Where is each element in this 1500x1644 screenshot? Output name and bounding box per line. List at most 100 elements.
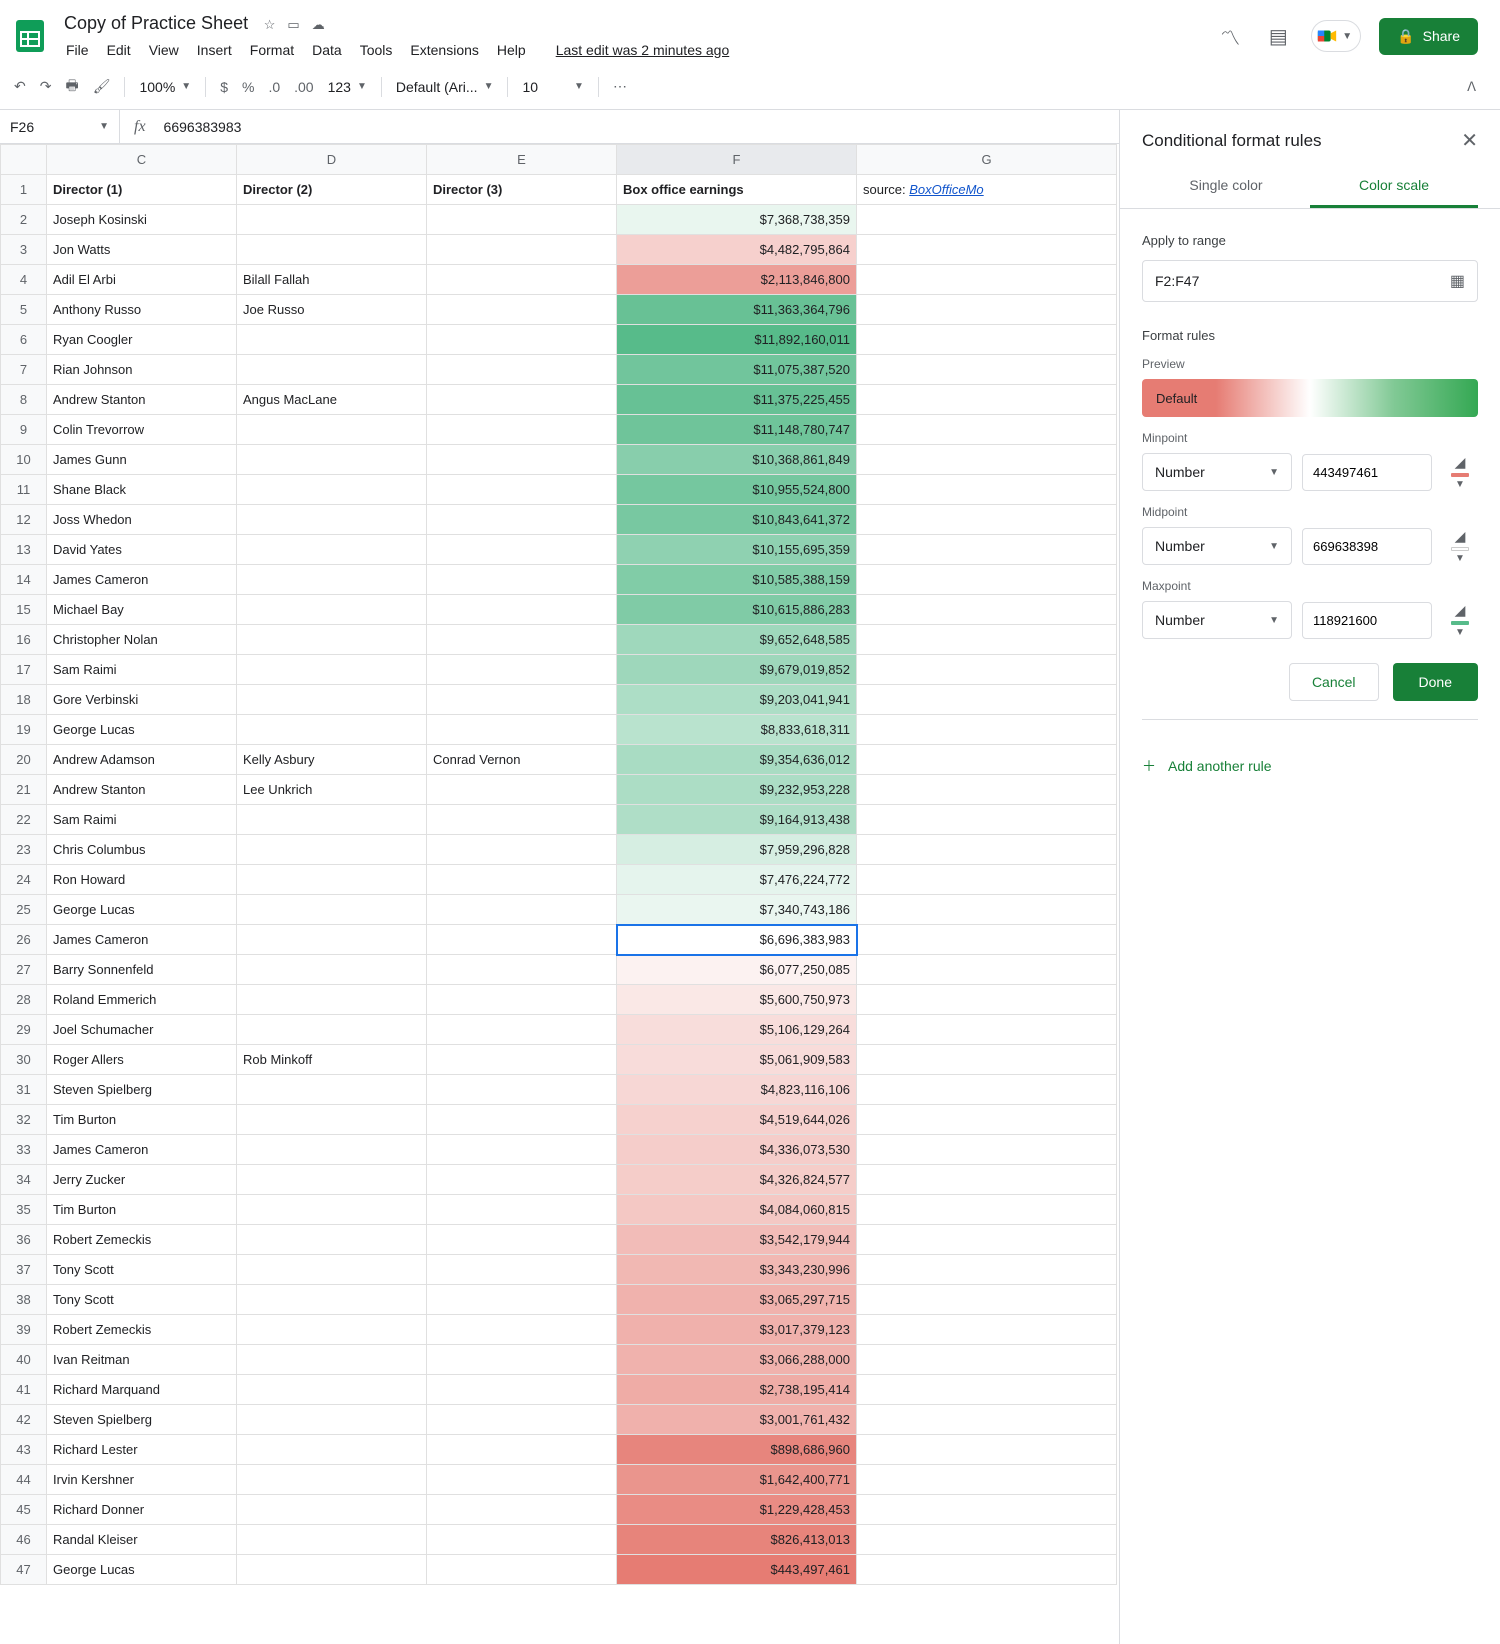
earnings-cell[interactable]: $3,017,379,123 <box>617 1315 857 1345</box>
cell[interactable] <box>237 235 427 265</box>
cell[interactable] <box>857 835 1117 865</box>
close-icon[interactable]: ✕ <box>1461 128 1478 153</box>
cell[interactable]: Joseph Kosinski <box>47 205 237 235</box>
column-header-C[interactable]: C <box>47 145 237 175</box>
cell[interactable] <box>427 265 617 295</box>
cell[interactable] <box>857 715 1117 745</box>
cell[interactable] <box>427 595 617 625</box>
cell[interactable] <box>857 1405 1117 1435</box>
cell[interactable]: Barry Sonnenfeld <box>47 955 237 985</box>
sheets-logo[interactable] <box>10 16 50 56</box>
cell[interactable] <box>857 415 1117 445</box>
cell[interactable] <box>857 355 1117 385</box>
row-header[interactable]: 42 <box>1 1405 47 1435</box>
cell[interactable]: Bilall Fallah <box>237 265 427 295</box>
earnings-cell[interactable]: $10,955,524,800 <box>617 475 857 505</box>
cell[interactable]: Conrad Vernon <box>427 745 617 775</box>
cell[interactable] <box>237 1195 427 1225</box>
cell[interactable] <box>237 565 427 595</box>
cell[interactable] <box>857 895 1117 925</box>
cell[interactable] <box>427 1045 617 1075</box>
row-header[interactable]: 41 <box>1 1375 47 1405</box>
cell[interactable] <box>857 595 1117 625</box>
cell[interactable] <box>237 835 427 865</box>
cell[interactable]: Andrew Stanton <box>47 385 237 415</box>
redo-button[interactable]: ↷ <box>40 78 52 95</box>
row-header[interactable]: 26 <box>1 925 47 955</box>
collapse-toolbar-icon[interactable]: ᐱ <box>1467 79 1476 95</box>
cell[interactable] <box>857 1195 1117 1225</box>
meet-button[interactable]: ▼ <box>1311 20 1361 52</box>
earnings-cell[interactable]: $826,413,013 <box>617 1525 857 1555</box>
cell[interactable] <box>857 1015 1117 1045</box>
earnings-cell[interactable]: $4,326,824,577 <box>617 1165 857 1195</box>
earnings-cell[interactable]: $4,823,116,106 <box>617 1075 857 1105</box>
row-header[interactable]: 11 <box>1 475 47 505</box>
cell[interactable]: Joss Whedon <box>47 505 237 535</box>
row-header[interactable]: 18 <box>1 685 47 715</box>
header-cell[interactable]: Director (1) <box>47 175 237 205</box>
grid[interactable]: CDEFG1Director (1)Director (2)Director (… <box>0 144 1119 1644</box>
cell[interactable] <box>237 805 427 835</box>
cell[interactable] <box>237 505 427 535</box>
cell[interactable]: Tony Scott <box>47 1285 237 1315</box>
cell[interactable] <box>237 1255 427 1285</box>
name-box[interactable]: F26▼ <box>0 110 120 143</box>
cell[interactable] <box>857 205 1117 235</box>
earnings-cell[interactable]: $1,642,400,771 <box>617 1465 857 1495</box>
cell[interactable] <box>237 1555 427 1585</box>
cell[interactable] <box>237 715 427 745</box>
cell[interactable]: Jon Watts <box>47 235 237 265</box>
earnings-cell[interactable]: $11,892,160,011 <box>617 325 857 355</box>
cell[interactable] <box>237 415 427 445</box>
more-toolbar-icon[interactable]: ⋯ <box>613 78 627 95</box>
cell[interactable] <box>237 1105 427 1135</box>
cell[interactable] <box>427 1075 617 1105</box>
cell[interactable] <box>237 1315 427 1345</box>
maxpoint-color-button[interactable]: ◢▼ <box>1442 602 1478 638</box>
earnings-cell[interactable]: $1,229,428,453 <box>617 1495 857 1525</box>
cell[interactable]: James Cameron <box>47 565 237 595</box>
cell[interactable] <box>857 1315 1117 1345</box>
cell[interactable] <box>857 745 1117 775</box>
add-rule-button[interactable]: ＋ Add another rule <box>1120 738 1500 794</box>
cell[interactable] <box>427 1435 617 1465</box>
earnings-cell[interactable]: $5,061,909,583 <box>617 1045 857 1075</box>
row-header[interactable]: 20 <box>1 745 47 775</box>
earnings-cell[interactable]: $9,652,648,585 <box>617 625 857 655</box>
cell[interactable] <box>857 865 1117 895</box>
row-header[interactable]: 34 <box>1 1165 47 1195</box>
row-header[interactable]: 32 <box>1 1105 47 1135</box>
row-header[interactable]: 10 <box>1 445 47 475</box>
cell[interactable] <box>857 445 1117 475</box>
cell[interactable] <box>237 1015 427 1045</box>
move-icon[interactable]: ▭ <box>287 17 299 33</box>
cell[interactable]: Steven Spielberg <box>47 1075 237 1105</box>
cell[interactable] <box>857 1105 1117 1135</box>
cell[interactable] <box>237 1495 427 1525</box>
midpoint-color-button[interactable]: ◢▼ <box>1442 528 1478 564</box>
row-header[interactable]: 5 <box>1 295 47 325</box>
minpoint-value-input[interactable] <box>1302 454 1432 491</box>
cell[interactable]: Tim Burton <box>47 1105 237 1135</box>
earnings-cell[interactable]: $11,363,364,796 <box>617 295 857 325</box>
cell[interactable] <box>427 1195 617 1225</box>
earnings-cell[interactable]: $11,148,780,747 <box>617 415 857 445</box>
row-header[interactable]: 9 <box>1 415 47 445</box>
cell[interactable] <box>427 625 617 655</box>
maxpoint-value-input[interactable] <box>1302 602 1432 639</box>
earnings-cell[interactable]: $7,476,224,772 <box>617 865 857 895</box>
cell[interactable] <box>427 475 617 505</box>
cell[interactable]: George Lucas <box>47 895 237 925</box>
range-input[interactable]: F2:F47 ▦ <box>1142 260 1478 302</box>
cell[interactable]: Jerry Zucker <box>47 1165 237 1195</box>
cell[interactable] <box>237 865 427 895</box>
cell[interactable] <box>857 1375 1117 1405</box>
cell[interactable]: Rian Johnson <box>47 355 237 385</box>
menu-view[interactable]: View <box>141 38 187 62</box>
row-header[interactable]: 37 <box>1 1255 47 1285</box>
cell[interactable] <box>237 325 427 355</box>
cell[interactable] <box>857 655 1117 685</box>
earnings-cell[interactable]: $9,354,636,012 <box>617 745 857 775</box>
cell[interactable]: Roger Allers <box>47 1045 237 1075</box>
